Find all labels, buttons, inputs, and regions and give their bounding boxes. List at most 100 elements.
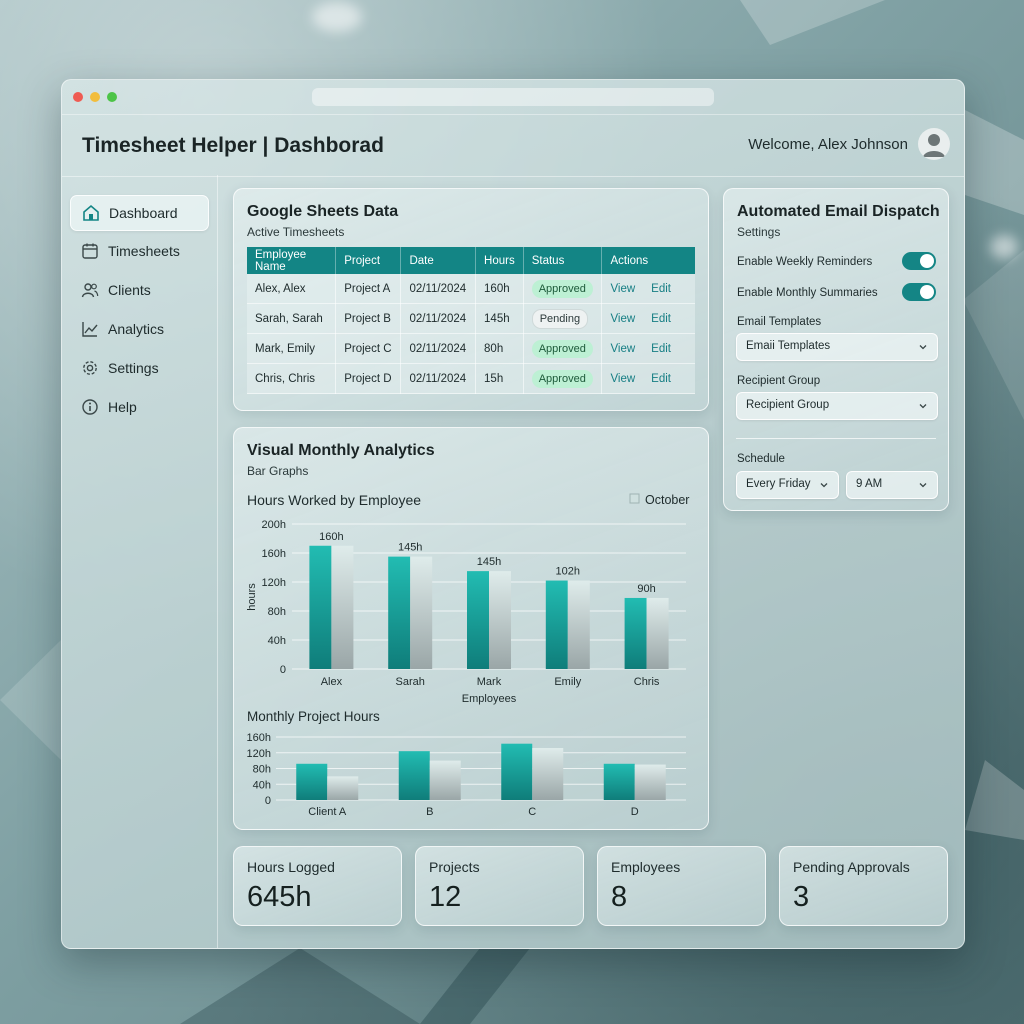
schedule-time-select[interactable]: 9 AM xyxy=(846,471,938,499)
chevron-down-icon xyxy=(820,483,828,488)
sidebar-item-label: Dashboard xyxy=(109,205,178,221)
actions-cell: View Edit xyxy=(601,333,695,364)
status-cell: Approved xyxy=(523,363,603,394)
bar xyxy=(327,776,359,800)
sidebar-item-dashboard[interactable]: Dashboard xyxy=(70,195,209,231)
column-header[interactable]: Employee Name xyxy=(247,247,337,274)
column-header[interactable]: Hours xyxy=(475,247,524,274)
bar xyxy=(489,571,511,669)
column-header[interactable]: Project xyxy=(335,247,402,274)
y-tick-label: 160h xyxy=(262,548,286,560)
divider xyxy=(736,438,936,439)
table-row: Mark, Emily Project C 02/11/2024 80h App… xyxy=(247,333,695,364)
y-tick-label: 120h xyxy=(247,748,271,760)
status-badge: Approved xyxy=(531,279,593,298)
view-link[interactable]: View xyxy=(610,283,635,295)
sidebar-item-label: Timesheets xyxy=(108,243,180,259)
x-tick-label: Mark xyxy=(477,676,502,688)
monthly-summaries-toggle[interactable] xyxy=(902,283,936,301)
sidebar-item-analytics[interactable]: Analytics xyxy=(70,312,207,346)
status-badge: Pending xyxy=(531,308,589,329)
minimize-window-button[interactable] xyxy=(90,92,100,102)
chevron-down-icon xyxy=(919,483,927,488)
monthly-summaries-label: Enable Monthly Summaries xyxy=(737,287,878,299)
select-value: Emaii Templates xyxy=(746,340,831,352)
y-tick-label: 0 xyxy=(280,664,286,676)
sidebar-item-timesheets[interactable]: Timesheets xyxy=(70,234,207,268)
legend-swatch xyxy=(629,493,640,504)
status-cell: Approved xyxy=(523,274,603,304)
bar xyxy=(567,580,590,669)
sidebar-item-label: Clients xyxy=(108,282,151,298)
recipient-group-label: Recipient Group xyxy=(737,375,821,387)
data-label: 145h xyxy=(477,556,501,568)
bar xyxy=(429,760,461,800)
x-axis-label: Employees xyxy=(462,693,517,705)
background-light xyxy=(990,235,1018,259)
email-dispatch-card: Automated Email Dispatch Settings Enable… xyxy=(723,188,949,511)
y-tick-label: 80h xyxy=(253,764,271,776)
select-value: 9 AM xyxy=(856,478,883,490)
close-window-button[interactable] xyxy=(73,92,83,102)
sidebar-item-help[interactable]: Help xyxy=(70,390,207,424)
column-header[interactable]: Actions xyxy=(601,247,695,274)
y-tick-label: 0 xyxy=(265,795,271,807)
view-link[interactable]: View xyxy=(610,343,635,355)
sidebar-item-settings[interactable]: Settings xyxy=(70,351,207,385)
edit-link[interactable]: Edit xyxy=(651,283,671,295)
app-header: Timesheet Helper | Dashborad Welcome, Al… xyxy=(62,114,964,177)
recipient-group-select[interactable]: Recipient Group xyxy=(736,392,938,420)
edit-link[interactable]: Edit xyxy=(651,373,671,385)
bar xyxy=(410,556,433,669)
hours-cell: 160h xyxy=(475,274,524,304)
employee-name-cell: Mark, Emily xyxy=(247,333,337,364)
y-tick-label: 160h xyxy=(247,732,271,744)
card-subtitle: Active Timesheets xyxy=(247,225,345,239)
edit-link[interactable]: Edit xyxy=(651,343,671,355)
data-label: 160h xyxy=(319,531,343,543)
background-light xyxy=(312,2,362,32)
project-cell: Project C xyxy=(335,333,402,364)
sidebar-item-clients[interactable]: Clients xyxy=(70,273,207,307)
card-title: Google Sheets Data xyxy=(247,203,399,220)
x-tick-label: Chris xyxy=(634,676,660,688)
column-header[interactable]: Date xyxy=(400,247,477,274)
schedule-day-select[interactable]: Every Friday xyxy=(736,471,839,499)
chart-title: Monthly Project Hours xyxy=(247,709,380,724)
bar xyxy=(532,748,564,800)
trend-icon xyxy=(81,320,99,338)
hours-cell: 145h xyxy=(475,303,524,334)
analytics-chart: Hours Worked by Employee October 0 40h 80h 12… xyxy=(246,492,689,818)
stat-value: 3 xyxy=(793,881,810,913)
weekly-reminders-toggle[interactable] xyxy=(902,252,936,270)
sidebar-item-label: Analytics xyxy=(108,321,165,337)
x-tick-label: Client A xyxy=(308,806,347,818)
sidebar: Dashboard Timesheets Clients Analytics S… xyxy=(62,175,218,948)
weekly-reminders-label: Enable Weekly Reminders xyxy=(737,256,873,268)
card-subtitle: Settings xyxy=(737,225,781,239)
edit-link[interactable]: Edit xyxy=(651,313,671,325)
data-label: 145h xyxy=(398,542,422,554)
info-icon xyxy=(81,398,99,416)
date-cell: 02/11/2024 xyxy=(400,363,477,394)
avatar[interactable] xyxy=(918,128,950,160)
bar xyxy=(398,751,430,800)
address-bar[interactable] xyxy=(312,88,714,106)
project-cell: Project A xyxy=(335,274,402,304)
x-tick-label: D xyxy=(631,806,639,818)
stat-label: Projects xyxy=(429,859,480,875)
maximize-window-button[interactable] xyxy=(107,92,117,102)
view-link[interactable]: View xyxy=(610,373,635,385)
bar xyxy=(331,545,354,669)
project-cell: Project B xyxy=(335,303,402,334)
email-templates-label: Email Templates xyxy=(737,316,822,328)
view-link[interactable]: View xyxy=(610,313,635,325)
legend-label: October xyxy=(645,493,689,507)
column-header[interactable]: Status xyxy=(523,247,603,274)
calendar-icon xyxy=(81,242,99,260)
email-templates-select[interactable]: Emaii Templates xyxy=(736,333,938,361)
bar xyxy=(624,597,647,669)
chart-title: Hours Worked by Employee xyxy=(247,492,421,508)
y-tick-label: 40h xyxy=(268,635,286,647)
toggle-knob xyxy=(920,254,934,268)
